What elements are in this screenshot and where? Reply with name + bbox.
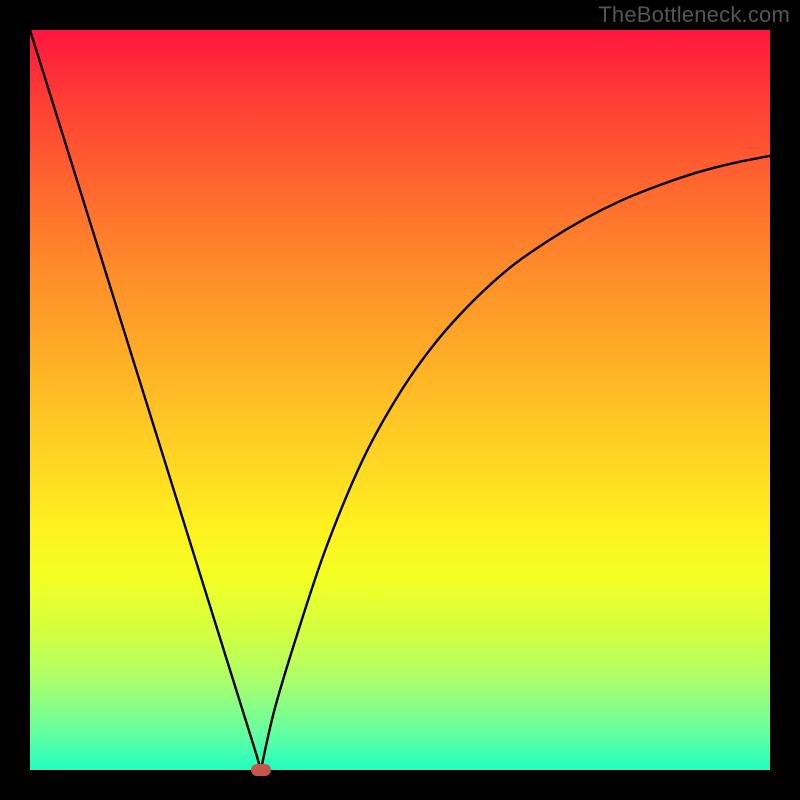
chart-frame: TheBottleneck.com (0, 0, 800, 800)
minimum-marker (251, 764, 271, 776)
curve-svg (30, 30, 770, 770)
watermark-text: TheBottleneck.com (598, 2, 790, 28)
plot-area (30, 30, 770, 770)
bottleneck-curve (30, 30, 770, 770)
